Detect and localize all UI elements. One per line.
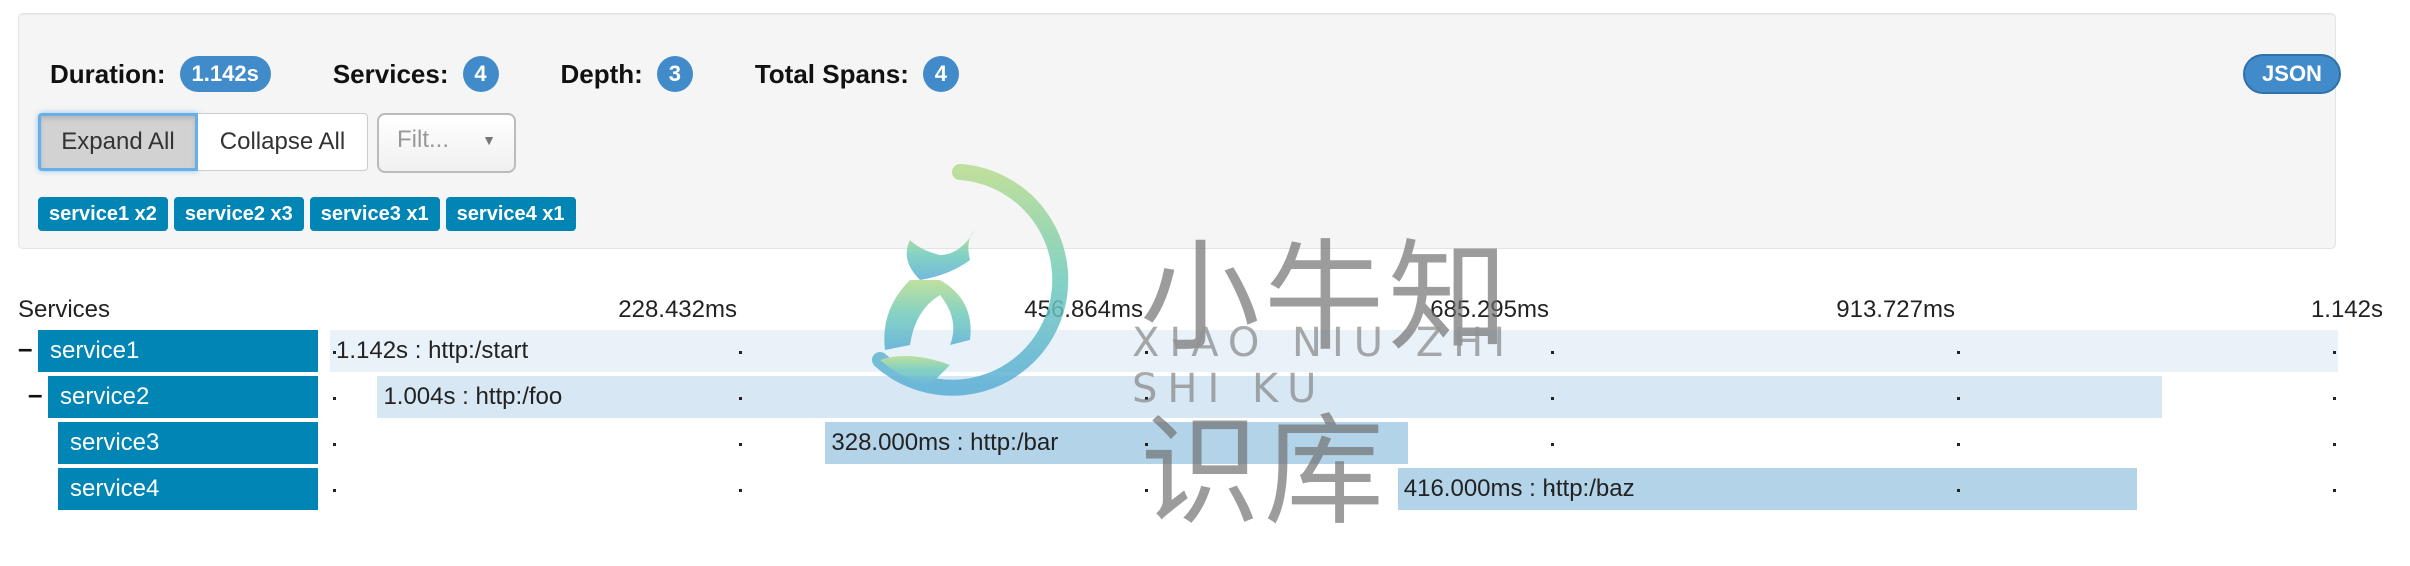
span-bar[interactable]: 328.000ms : http:/bar: [825, 422, 1409, 464]
stat-services: Services: 4: [333, 56, 499, 92]
service-tag[interactable]: service3 x1: [309, 197, 440, 231]
tick-dot: [333, 443, 336, 446]
trace-stats: Duration: 1.142s Services: 4 Depth: 3 To…: [50, 56, 1021, 92]
span-row: – service1 1.142s : http:/start: [0, 330, 2410, 372]
stat-duration: Duration: 1.142s: [50, 56, 271, 92]
span-bar[interactable]: 1.142s : http:/start: [330, 330, 2338, 372]
tick-dot: [739, 351, 742, 354]
span-bar[interactable]: 416.000ms : http:/baz: [1397, 468, 2138, 510]
service-tag[interactable]: service2 x3: [173, 197, 304, 231]
tick-label: 228.432ms: [618, 296, 737, 323]
tick-dot: [1551, 489, 1554, 492]
service-name[interactable]: service2: [48, 376, 318, 418]
stat-label: Services:: [332, 58, 449, 89]
service-name[interactable]: service3: [58, 422, 318, 464]
service-tag[interactable]: service4 x1: [445, 197, 576, 231]
collapse-toggle-icon[interactable]: –: [18, 333, 32, 364]
stat-label: Duration:: [50, 58, 166, 89]
span-label: 1.004s : http:/foo: [383, 383, 563, 410]
tick-dot: [739, 443, 742, 446]
services-badge: 4: [462, 56, 499, 92]
tick-dot: [2333, 351, 2336, 354]
span-bar[interactable]: 1.004s : http:/foo: [377, 376, 2163, 418]
tick-dot: [1551, 351, 1554, 354]
tick-dot: [1551, 443, 1554, 446]
tick-dot: [333, 351, 336, 354]
tick-dot: [1145, 397, 1148, 400]
service-tags: service1 x2 service2 x3 service3 x1 serv…: [38, 197, 582, 231]
collapse-all-button[interactable]: Collapse All: [198, 113, 368, 171]
tick-dot: [739, 397, 742, 400]
collapse-toggle-icon[interactable]: –: [28, 379, 42, 410]
stat-label: Depth:: [560, 58, 643, 89]
tick-label: 456.864ms: [1024, 296, 1143, 323]
tick-dot: [1551, 397, 1554, 400]
json-button[interactable]: JSON: [2243, 54, 2341, 94]
stat-label: Total Spans:: [754, 58, 909, 89]
tick-dot: [2333, 397, 2336, 400]
span-row: – service2 1.004s : http:/foo: [0, 376, 2410, 418]
tick-dot: [1957, 443, 1960, 446]
duration-badge: 1.142s: [179, 56, 271, 92]
tick-label: 913.727ms: [1836, 296, 1955, 323]
service-name[interactable]: service1: [38, 330, 318, 372]
services-column-header: Services: [18, 296, 111, 323]
span-label: 1.142s : http:/start: [336, 337, 529, 364]
total-spans-badge: 4: [922, 56, 959, 92]
tick-dot: [1957, 397, 1960, 400]
span-label: 328.000ms : http:/bar: [831, 429, 1059, 456]
tick-dot: [1957, 489, 1960, 492]
expand-collapse-group: Expand All Collapse All: [38, 113, 368, 171]
service-tag[interactable]: service1 x2: [38, 197, 168, 231]
span-row: service4 416.000ms : http:/baz: [0, 468, 2410, 510]
span-row: service3 328.000ms : http:/bar: [0, 422, 2410, 464]
caret-down-icon: ▼: [482, 132, 496, 148]
stat-total-spans: Total Spans: 4: [755, 56, 959, 92]
span-label: 416.000ms : http:/baz: [1403, 475, 1635, 502]
tick-label: 685.295ms: [1430, 296, 1549, 323]
tick-dot: [333, 397, 336, 400]
tick-dot: [1957, 351, 1960, 354]
stat-depth: Depth: 3: [561, 56, 693, 92]
depth-badge: 3: [656, 56, 693, 92]
service-filter-select[interactable]: Filt... ▼: [377, 113, 516, 173]
tick-dot: [2333, 443, 2336, 446]
tick-dot: [1145, 443, 1148, 446]
tick-dot: [739, 489, 742, 492]
tick-dot: [1145, 351, 1148, 354]
expand-all-button[interactable]: Expand All: [38, 113, 198, 171]
tick-dot: [2333, 489, 2336, 492]
tick-label: 1.142s: [2310, 296, 2383, 323]
tick-dot: [333, 489, 336, 492]
filter-placeholder: Filt...: [397, 126, 449, 153]
tick-dot: [1145, 489, 1148, 492]
service-name[interactable]: service4: [58, 468, 318, 510]
